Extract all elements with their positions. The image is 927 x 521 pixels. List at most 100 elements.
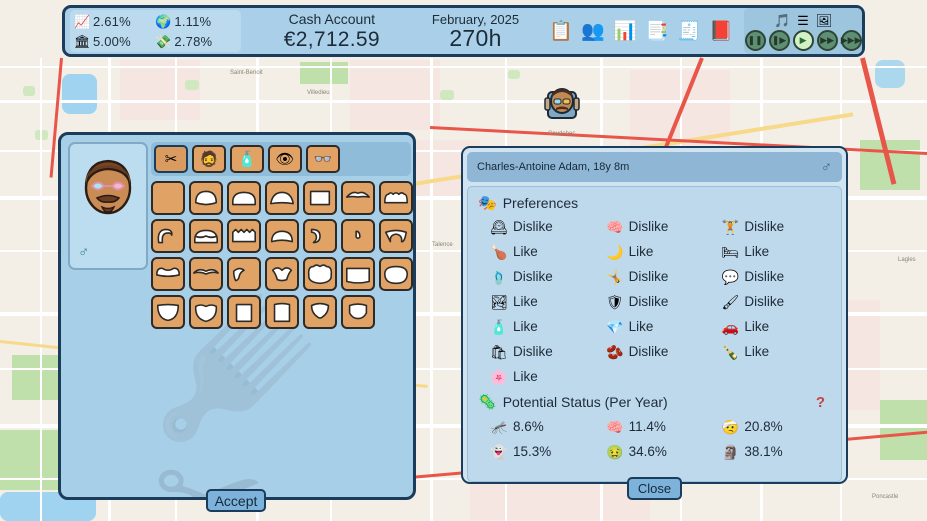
status-illness: 🤢34.6%	[606, 439, 718, 464]
beard-option-17[interactable]	[265, 257, 299, 291]
map-label: Caudebec	[548, 131, 575, 137]
speed-slow-button[interactable]: ❚▶	[769, 30, 790, 51]
social-people-icon[interactable]: 👥	[580, 16, 606, 46]
beard-option-19[interactable]	[341, 257, 375, 291]
cash-account: Cash Account €2,712.59	[263, 12, 401, 50]
speed-fastest-button[interactable]: ▶▶▶	[841, 30, 862, 51]
gender-symbol-icon: ♂	[78, 244, 89, 261]
speed-play-button[interactable]: ▶	[793, 30, 814, 51]
music-note-icon[interactable]: 🎵	[774, 14, 790, 27]
beard-option-9[interactable]	[227, 219, 261, 253]
beard-option-15[interactable]	[189, 257, 223, 291]
pref-celebration-icon: 🤸	[606, 270, 624, 284]
beard-option-1[interactable]	[189, 181, 223, 215]
beard-option-3[interactable]	[265, 181, 299, 215]
speed-fast-button[interactable]: ▶▶	[817, 30, 838, 51]
tab-eyebrows[interactable]: 👁	[268, 145, 302, 173]
beard-option-13[interactable]	[379, 219, 413, 253]
top-status-bar: 📈 2.61% 🌍 1.11% 🏛 5.00% 💸 2.78% Cash Acc…	[62, 5, 865, 57]
beard-option-22[interactable]	[189, 295, 223, 329]
close-button[interactable]: Close	[627, 477, 682, 500]
tasks-icon[interactable]: 📋	[548, 16, 574, 46]
cash-account-label: Cash Account	[289, 12, 375, 26]
list-menu-icon[interactable]: ☰	[797, 14, 809, 27]
accept-button[interactable]: Accept	[206, 489, 266, 512]
pref-art-value: Dislike	[744, 294, 784, 309]
stock-chart-icon[interactable]: 📊	[612, 16, 638, 46]
beard-option-4[interactable]	[303, 181, 337, 215]
economy-growth: 📈 2.61%	[74, 14, 155, 29]
beard-option-24[interactable]	[265, 295, 299, 329]
preferences-label: Preferences	[503, 195, 578, 211]
screenshot-icon[interactable]: 🖼	[816, 14, 833, 27]
status-mental-value: 11.4%	[629, 419, 666, 434]
pref-shopping-icon: 🛍	[490, 345, 508, 359]
pref-nature-value: Like	[513, 294, 538, 309]
economy-bank-value: 5.00%	[93, 34, 131, 49]
beard-option-18[interactable]	[303, 257, 337, 291]
pref-authority-value: Dislike	[629, 294, 669, 309]
economy-inflation: 💸 2.78%	[155, 34, 236, 49]
pref-hygiene-icon: 🧴	[490, 320, 508, 334]
status-grid: 🦟8.6%🧠11.4%🤕20.8%👻15.3%🤢34.6%🗿38.1%	[476, 414, 833, 464]
appearance-editor-panel: 🪮✂ ♂ ✂ 🧔 🧴 👁 👓	[58, 132, 416, 500]
map-label: Saint-Benoit	[230, 70, 263, 76]
pref-food-value: Like	[513, 244, 538, 259]
tab-hair[interactable]: ✂	[154, 145, 188, 173]
beard-option-14[interactable]	[151, 257, 185, 291]
beard-option-16[interactable]	[227, 257, 261, 291]
pref-sleep-value: Like	[629, 244, 654, 259]
tab-products[interactable]: 🧴	[230, 145, 264, 173]
pause-button[interactable]: ❚❚	[745, 30, 766, 51]
game-date-label: February, 2025	[432, 13, 519, 26]
documents-icon[interactable]: 📑	[644, 16, 670, 46]
invoice-icon[interactable]: 🧾	[676, 16, 702, 46]
virus-icon: 🦠	[478, 393, 497, 411]
map-person-marker[interactable]	[542, 84, 582, 124]
pref-celebration: 🤸 Dislike	[606, 264, 718, 289]
gender-symbol-icon: ♂	[821, 159, 832, 176]
contacts-book-icon[interactable]: 📕	[708, 16, 734, 46]
pref-coffee-icon: 🫘	[606, 345, 624, 359]
status-other-value: 38.1%	[744, 444, 782, 459]
beard-option-8[interactable]	[189, 219, 223, 253]
beard-option-12[interactable]	[341, 219, 375, 253]
status-injury: 🤕20.8%	[721, 414, 833, 439]
pref-intellect-icon: 🧠	[606, 220, 624, 234]
beard-option-26[interactable]	[341, 295, 375, 329]
pref-luxury-icon: 💎	[606, 320, 624, 334]
pref-authority-icon: 🛡	[606, 295, 624, 309]
beard-option-2[interactable]	[227, 181, 261, 215]
beard-option-21[interactable]	[151, 295, 185, 329]
tab-glasses[interactable]: 👓	[306, 145, 340, 173]
speed-control-panel: 🎵 ☰ 🖼 ❚❚ ❚▶ ▶ ▶▶ ▶▶▶	[744, 8, 862, 54]
beard-option-23[interactable]	[227, 295, 261, 329]
beard-option-6[interactable]	[379, 181, 413, 215]
status-infection: 🦟8.6%	[490, 414, 602, 439]
beard-option-25[interactable]	[303, 295, 337, 329]
pref-nature: 🏞Like	[490, 289, 602, 314]
status-illness-value: 34.6%	[629, 444, 667, 459]
pref-shopping-value: Dislike	[513, 344, 553, 359]
map-label: Talence	[432, 242, 453, 248]
pref-cars-icon: 🚗	[721, 320, 739, 334]
beard-option-7[interactable]	[151, 219, 185, 253]
help-icon[interactable]: ?	[816, 394, 825, 411]
pref-food-icon: 🍗	[490, 245, 508, 259]
pref-coffee-value: Dislike	[629, 344, 669, 359]
pref-footwear-icon: 🩴	[490, 270, 508, 284]
beard-none[interactable]	[151, 181, 185, 215]
tab-beard[interactable]: 🧔	[192, 145, 226, 173]
status-infection-value: 8.6%	[513, 419, 544, 434]
pref-celebration-value: Dislike	[629, 269, 669, 284]
pref-art: 🖌Dislike	[721, 289, 833, 314]
status-ghost-value: 15.3%	[513, 444, 551, 459]
beard-option-20[interactable]	[379, 257, 413, 291]
beard-option-10[interactable]	[265, 219, 299, 253]
bank-icon: 🏛	[74, 35, 90, 48]
pref-luxury: 💎Like	[606, 314, 718, 339]
beard-option-11[interactable]	[303, 219, 337, 253]
character-info-panel: Charles-Antoine Adam, 18y 8m ♂ 🎭 Prefere…	[461, 146, 848, 484]
pref-coffee: 🫘 Dislike	[606, 339, 718, 364]
beard-option-5[interactable]	[341, 181, 375, 215]
